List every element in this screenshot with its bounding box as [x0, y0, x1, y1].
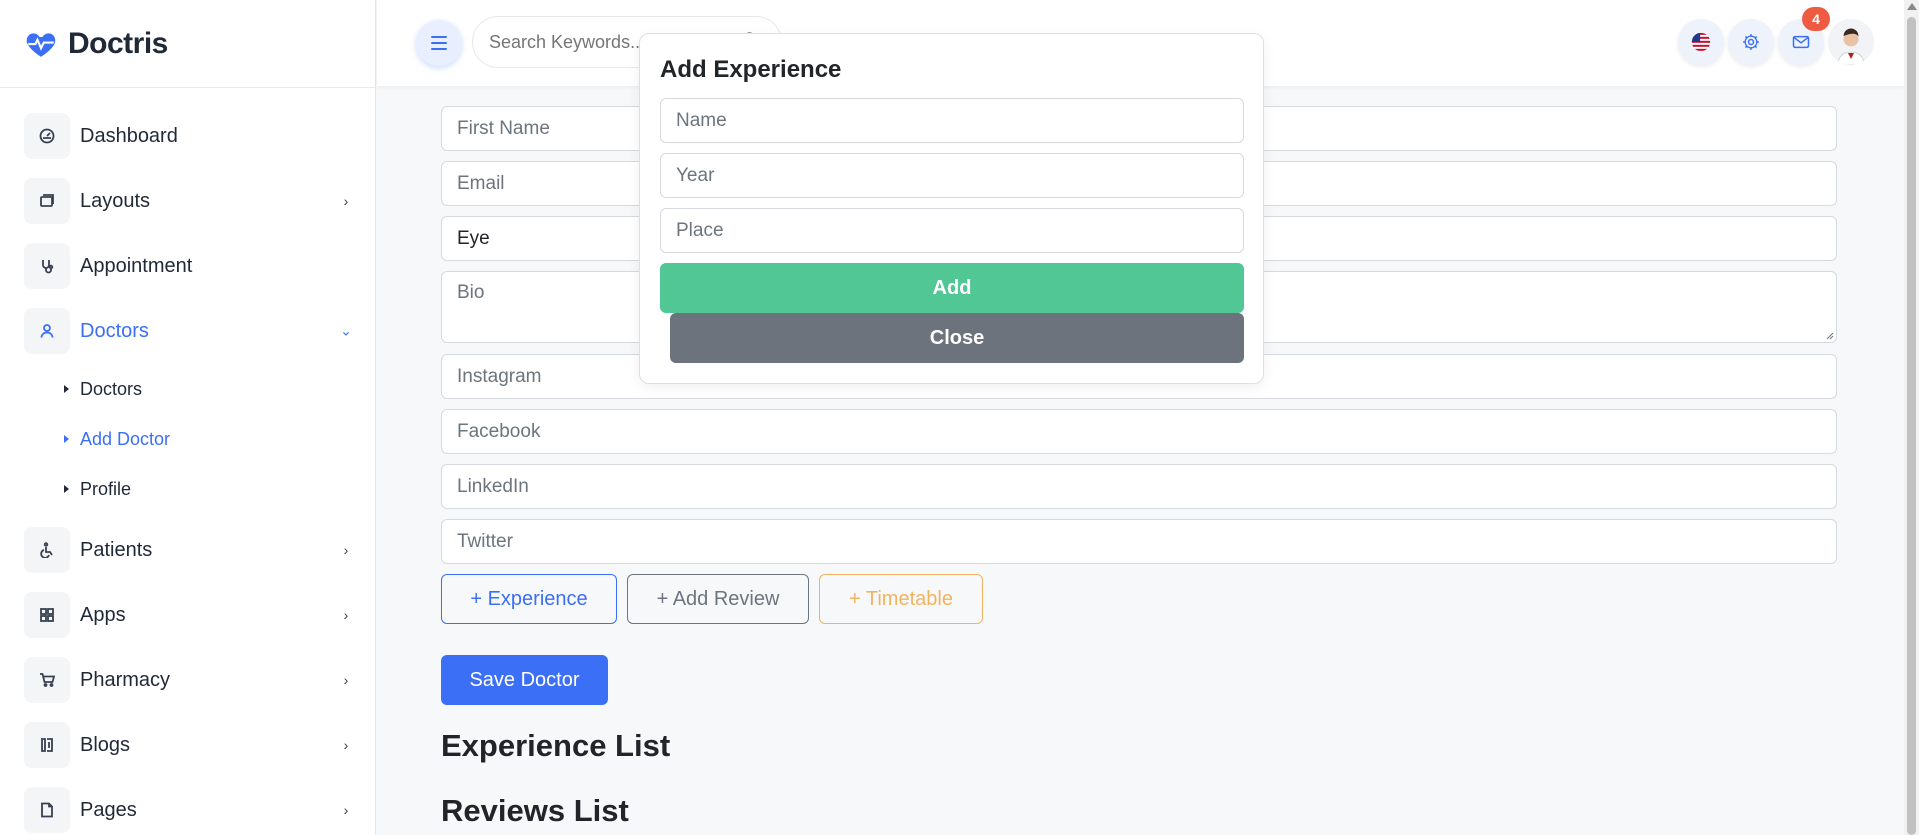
submenu-item-label: Add Doctor — [80, 428, 171, 449]
chevron-right-icon: › — [343, 737, 349, 753]
save-doctor-button[interactable]: Save Doctor — [441, 655, 608, 705]
sidebar-item-label: Patients — [80, 538, 153, 561]
chevron-right-icon: › — [343, 607, 349, 623]
doctors-submenu: Doctors Add Doctor Profile — [64, 364, 375, 514]
facebook-field[interactable]: Facebook — [441, 409, 1837, 454]
add-review-button[interactable]: + Add Review — [627, 574, 809, 624]
scrollbar-thumb[interactable] — [1907, 17, 1916, 835]
experience-year-input[interactable]: Year — [660, 153, 1244, 198]
reviews-list-title: Reviews List — [441, 793, 629, 828]
modal-close-button[interactable]: Close — [670, 313, 1244, 363]
settings-button[interactable] — [1728, 19, 1774, 65]
sidebar-item-layouts[interactable]: Layouts › — [24, 173, 354, 229]
twitter-placeholder: Twitter — [457, 530, 513, 552]
linkedin-field[interactable]: LinkedIn — [441, 464, 1837, 509]
submenu-item-label: Profile — [80, 478, 132, 499]
resize-handle-icon[interactable] — [1824, 330, 1834, 340]
language-button[interactable] — [1678, 19, 1724, 65]
sidebar-item-appointment[interactable]: Appointment — [24, 238, 354, 294]
chevron-right-icon: › — [343, 672, 349, 688]
us-flag-icon — [1691, 32, 1711, 52]
twitter-field[interactable]: Twitter — [441, 519, 1837, 564]
stethoscope-icon — [24, 243, 70, 289]
dashboard-icon — [24, 113, 70, 159]
sidebar-item-label: Appointment — [80, 254, 193, 277]
hamburger-icon — [431, 34, 447, 52]
sidebar-item-apps[interactable]: Apps › — [24, 587, 354, 643]
mail-button[interactable]: 4 — [1778, 7, 1830, 65]
experience-name-input[interactable]: Name — [660, 98, 1244, 143]
gear-icon — [1743, 34, 1759, 50]
add-timetable-button[interactable]: + Timetable — [819, 574, 983, 624]
sidebar: Doctris Dashboard Layouts › Appointment — [0, 0, 376, 835]
experience-list-title: Experience List — [441, 728, 671, 763]
department-value: Eye — [457, 227, 490, 249]
submenu-item-label: Doctors — [80, 378, 143, 399]
scroll-up-arrow-icon[interactable] — [1907, 3, 1917, 10]
add-experience-button[interactable]: + Experience — [441, 574, 617, 624]
sidebar-item-label: Dashboard — [80, 124, 178, 147]
sidebar-item-label: Pages — [80, 798, 137, 821]
form-action-buttons: + Experience + Add Review + Timetable — [441, 574, 993, 624]
email-placeholder: Email — [457, 172, 505, 194]
doctor-avatar-icon — [1828, 19, 1874, 65]
brand-name: Doctris — [68, 26, 168, 60]
sidebar-nav: Dashboard Layouts › Appointment Doctors … — [0, 88, 375, 835]
chevron-right-icon: › — [343, 802, 349, 818]
layouts-icon — [24, 178, 70, 224]
submenu-item-profile[interactable]: Profile — [64, 464, 375, 514]
menu-toggle-button[interactable] — [416, 20, 462, 66]
topbar-actions: 4 — [1674, 7, 1874, 65]
sidebar-item-pages[interactable]: Pages › — [24, 782, 354, 835]
experience-place-input[interactable]: Place — [660, 208, 1244, 253]
sidebar-item-label: Apps — [80, 603, 126, 626]
sidebar-item-label: Blogs — [80, 733, 131, 756]
file-icon — [24, 787, 70, 833]
sidebar-item-label: Doctors — [80, 319, 149, 342]
sidebar-item-label: Pharmacy — [80, 668, 171, 691]
chevron-right-icon: › — [343, 542, 349, 558]
cart-icon — [24, 657, 70, 703]
year-placeholder: Year — [676, 164, 715, 186]
first-name-placeholder: First Name — [457, 117, 550, 139]
user-icon — [24, 308, 70, 354]
caret-right-icon — [64, 385, 69, 393]
submenu-item-add-doctor[interactable]: Add Doctor — [64, 414, 375, 464]
brand[interactable]: Doctris — [0, 0, 375, 88]
mail-badge: 4 — [1802, 7, 1830, 31]
bio-placeholder: Bio — [457, 282, 485, 303]
wheelchair-icon — [24, 527, 70, 573]
submenu-item-doctors[interactable]: Doctors — [64, 364, 375, 414]
chevron-right-icon: › — [343, 193, 349, 209]
add-experience-modal: Add Experience Name Year Place Add Close — [639, 33, 1264, 384]
caret-right-icon — [64, 485, 69, 493]
avatar[interactable] — [1828, 19, 1874, 65]
sidebar-item-blogs[interactable]: Blogs › — [24, 717, 354, 773]
sidebar-item-dashboard[interactable]: Dashboard — [24, 108, 354, 164]
caret-right-icon — [64, 435, 69, 443]
heart-pulse-icon — [26, 32, 56, 57]
sidebar-item-patients[interactable]: Patients › — [24, 522, 354, 578]
facebook-placeholder: Facebook — [457, 420, 541, 442]
sidebar-item-label: Layouts — [80, 189, 151, 212]
blog-icon — [24, 722, 70, 768]
mail-icon — [1792, 35, 1810, 49]
sidebar-item-pharmacy[interactable]: Pharmacy › — [24, 652, 354, 708]
modal-add-button[interactable]: Add — [660, 263, 1244, 313]
apps-grid-icon — [24, 592, 70, 638]
modal-title: Add Experience — [660, 56, 842, 83]
place-placeholder: Place — [676, 219, 724, 241]
linkedin-placeholder: LinkedIn — [457, 475, 529, 497]
instagram-placeholder: Instagram — [457, 365, 542, 387]
chevron-down-icon: ⌄ — [340, 322, 352, 339]
sidebar-item-doctors[interactable]: Doctors ⌄ — [24, 303, 354, 359]
page-scrollbar[interactable] — [1904, 0, 1919, 835]
name-placeholder: Name — [676, 109, 727, 131]
